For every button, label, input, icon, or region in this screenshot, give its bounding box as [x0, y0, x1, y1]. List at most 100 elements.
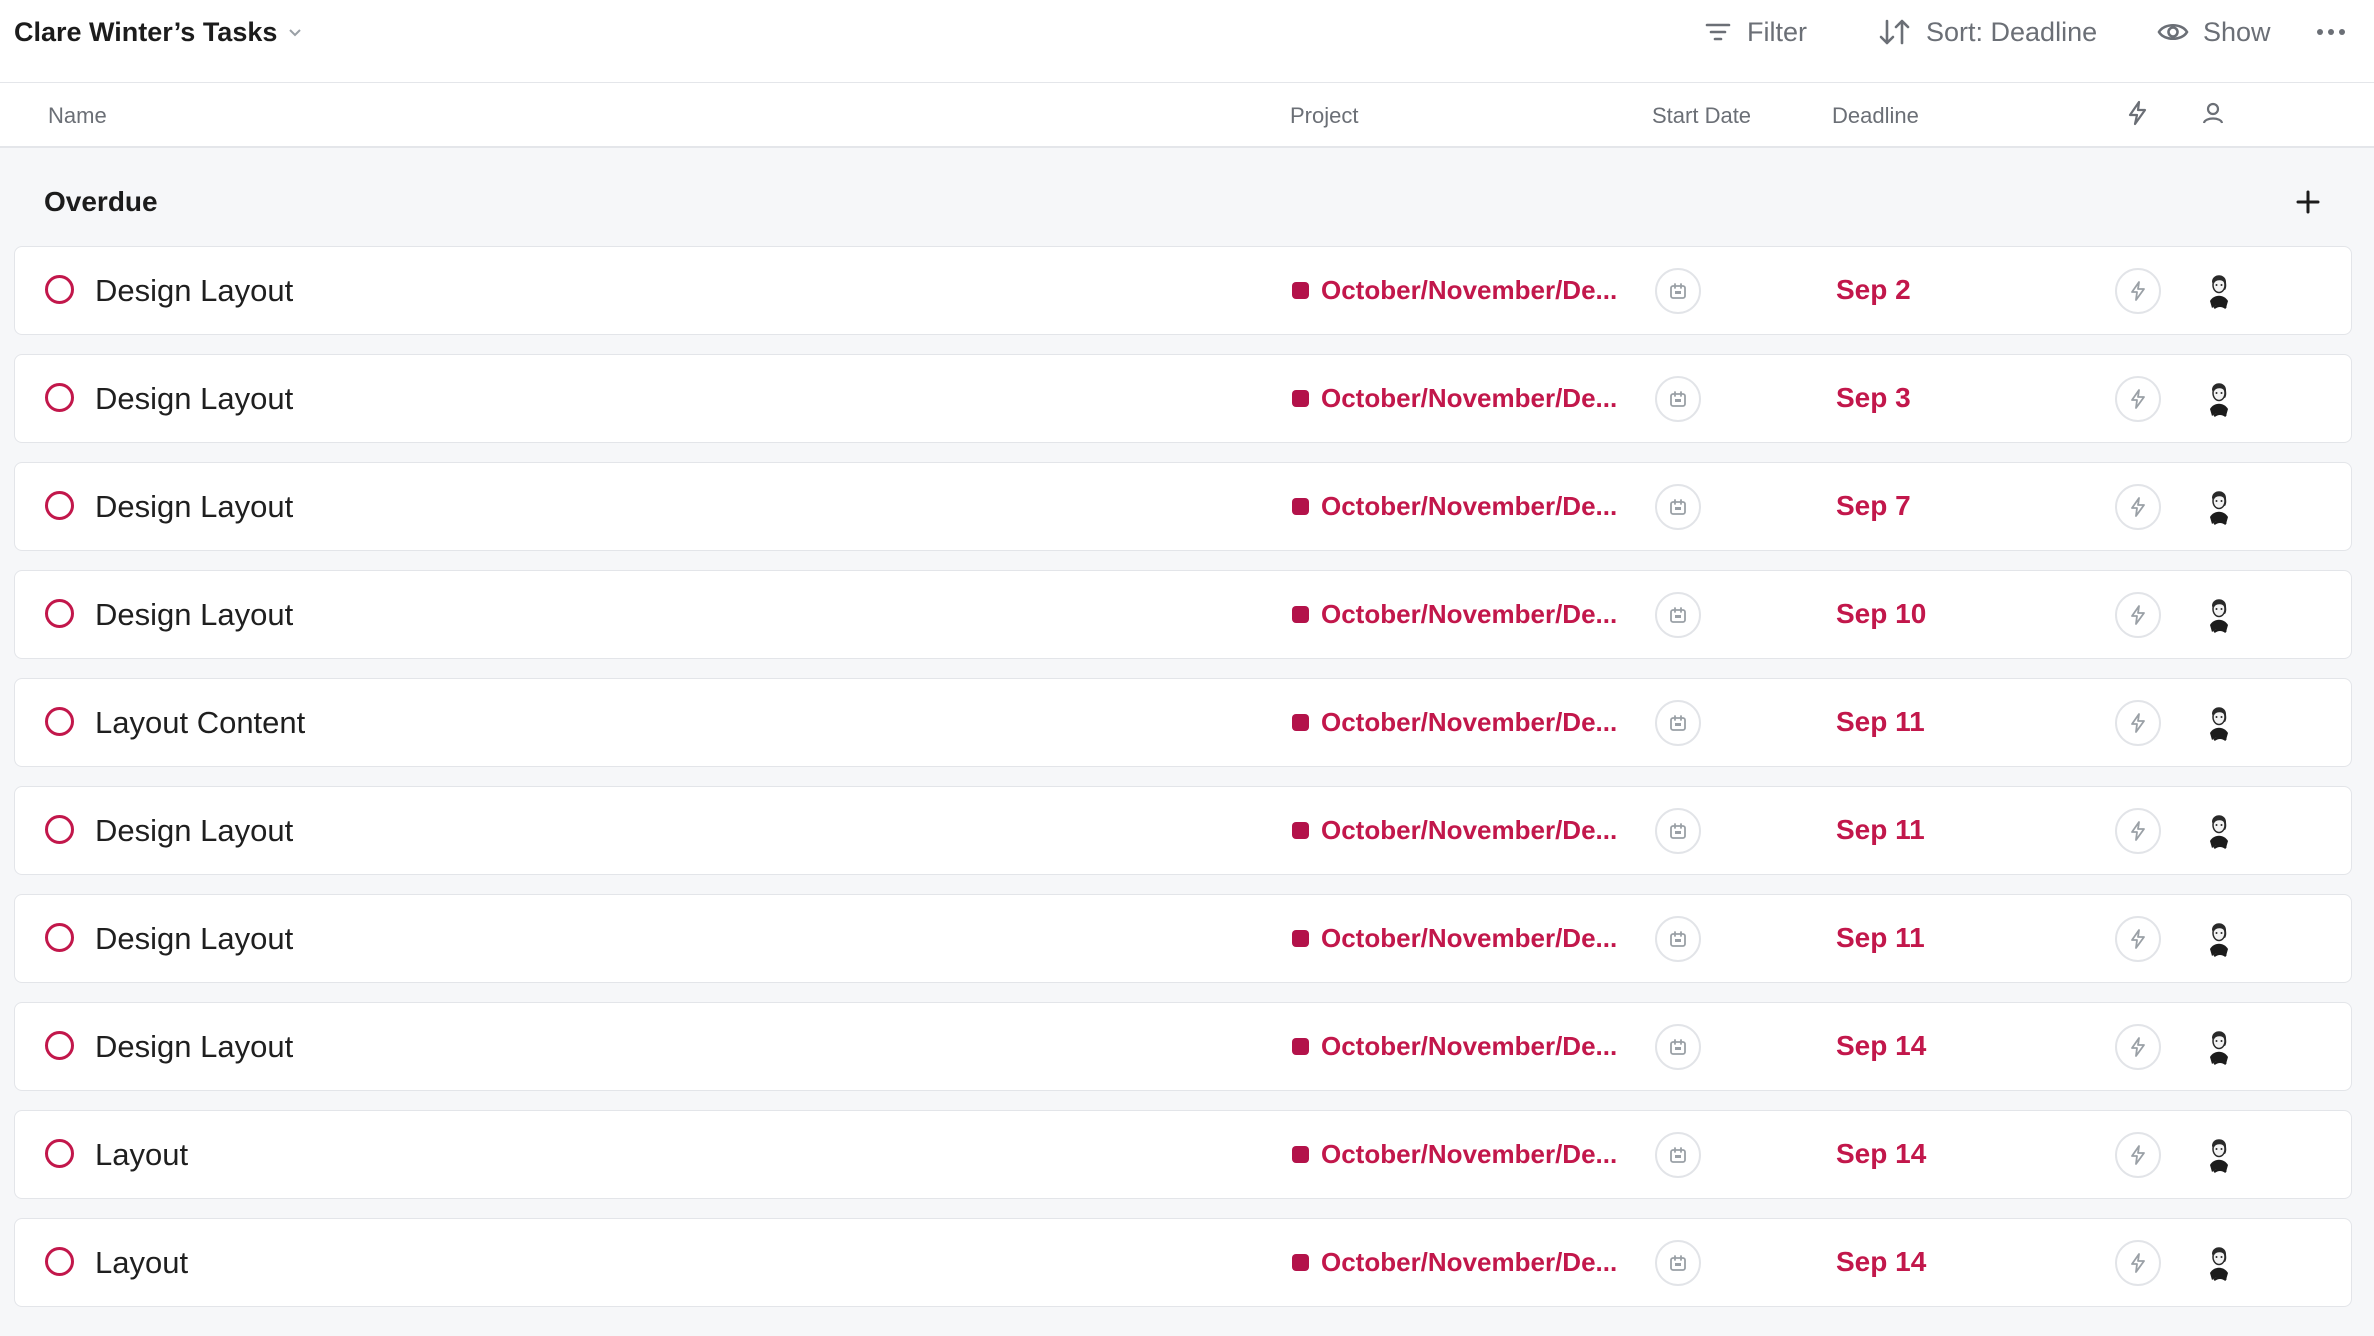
- task-row[interactable]: Layout October/November/De... Sep 14: [14, 1110, 2352, 1199]
- task-row[interactable]: Design Layout October/November/De... Sep…: [14, 354, 2352, 443]
- start-date-button[interactable]: [1655, 1024, 1701, 1070]
- assignee-avatar[interactable]: [2196, 700, 2242, 746]
- start-date-button[interactable]: [1655, 268, 1701, 314]
- assignee-avatar[interactable]: [2196, 592, 2242, 638]
- task-project-label: October/November/De...: [1321, 1031, 1618, 1061]
- automation-button[interactable]: [2115, 592, 2161, 638]
- assignee-avatar[interactable]: [2196, 376, 2242, 422]
- assignee-avatar[interactable]: [2196, 1132, 2242, 1178]
- task-project[interactable]: October/November/De...: [1292, 491, 1617, 522]
- task-name[interactable]: Layout: [95, 1245, 188, 1281]
- task-project[interactable]: October/November/De...: [1292, 383, 1617, 414]
- filter-button[interactable]: Filter: [1703, 10, 1807, 54]
- show-button[interactable]: Show: [2157, 10, 2271, 54]
- task-name[interactable]: Design Layout: [95, 273, 293, 309]
- automation-button[interactable]: [2115, 1132, 2161, 1178]
- calendar-icon: [1670, 499, 1686, 515]
- task-project[interactable]: October/November/De...: [1292, 1031, 1617, 1062]
- task-deadline[interactable]: Sep 7: [1836, 490, 1911, 522]
- task-name[interactable]: Design Layout: [95, 381, 293, 417]
- task-complete-checkbox[interactable]: [45, 923, 74, 952]
- automation-button[interactable]: [2115, 808, 2161, 854]
- task-project[interactable]: October/November/De...: [1292, 275, 1617, 306]
- automation-button[interactable]: [2115, 268, 2161, 314]
- task-deadline[interactable]: Sep 14: [1836, 1246, 1926, 1278]
- task-project[interactable]: October/November/De...: [1292, 599, 1617, 630]
- automation-button[interactable]: [2115, 916, 2161, 962]
- task-name[interactable]: Layout: [95, 1137, 188, 1173]
- task-complete-checkbox[interactable]: [45, 599, 74, 628]
- task-row[interactable]: Layout October/November/De... Sep 14: [14, 1218, 2352, 1307]
- task-name[interactable]: Design Layout: [95, 597, 293, 633]
- project-color-dot: [1292, 1146, 1309, 1163]
- task-name[interactable]: Design Layout: [95, 1029, 293, 1065]
- task-complete-checkbox[interactable]: [45, 1031, 74, 1060]
- task-complete-checkbox[interactable]: [45, 1247, 74, 1276]
- column-deadline[interactable]: Deadline: [1832, 103, 1919, 129]
- start-date-button[interactable]: [1655, 808, 1701, 854]
- task-complete-checkbox[interactable]: [45, 491, 74, 520]
- more-options-button[interactable]: [2315, 10, 2347, 54]
- page-title-dropdown[interactable]: Clare Winter’s Tasks: [14, 14, 303, 50]
- assignee-avatar[interactable]: [2196, 268, 2242, 314]
- task-name[interactable]: Design Layout: [95, 489, 293, 525]
- task-row[interactable]: Design Layout October/November/De... Sep…: [14, 462, 2352, 551]
- task-project[interactable]: October/November/De...: [1292, 923, 1617, 954]
- task-name[interactable]: Design Layout: [95, 921, 293, 957]
- automation-button[interactable]: [2115, 1024, 2161, 1070]
- column-start-date[interactable]: Start Date: [1652, 103, 1751, 129]
- automation-button[interactable]: [2115, 376, 2161, 422]
- task-complete-checkbox[interactable]: [45, 707, 74, 736]
- task-deadline[interactable]: Sep 11: [1836, 814, 1925, 846]
- task-complete-checkbox[interactable]: [45, 815, 74, 844]
- task-deadline[interactable]: Sep 14: [1836, 1030, 1926, 1062]
- assignee-avatar[interactable]: [2196, 916, 2242, 962]
- assignee-avatar[interactable]: [2196, 1240, 2242, 1286]
- assignee-avatar[interactable]: [2196, 1024, 2242, 1070]
- automation-button[interactable]: [2115, 484, 2161, 530]
- task-project[interactable]: October/November/De...: [1292, 815, 1617, 846]
- lightning-icon[interactable]: [2124, 99, 2152, 127]
- task-name[interactable]: Design Layout: [95, 813, 293, 849]
- lightning-icon: [2131, 1145, 2145, 1165]
- task-row[interactable]: Design Layout October/November/De... Sep…: [14, 570, 2352, 659]
- task-project[interactable]: October/November/De...: [1292, 1247, 1617, 1278]
- start-date-button[interactable]: [1655, 1240, 1701, 1286]
- start-date-button[interactable]: [1655, 376, 1701, 422]
- start-date-button[interactable]: [1655, 916, 1701, 962]
- start-date-button[interactable]: [1655, 592, 1701, 638]
- automation-button[interactable]: [2115, 1240, 2161, 1286]
- project-color-dot: [1292, 498, 1309, 515]
- task-deadline[interactable]: Sep 11: [1836, 706, 1925, 738]
- sort-button[interactable]: Sort: Deadline: [1878, 10, 2097, 54]
- task-complete-checkbox[interactable]: [45, 383, 74, 412]
- task-row[interactable]: Layout Content October/November/De... Se…: [14, 678, 2352, 767]
- project-color-dot: [1292, 390, 1309, 407]
- chevron-down-icon: [289, 29, 302, 37]
- task-project[interactable]: October/November/De...: [1292, 707, 1617, 738]
- add-task-icon[interactable]: [2294, 188, 2322, 216]
- task-row[interactable]: Design Layout October/November/De... Sep…: [14, 786, 2352, 875]
- task-deadline[interactable]: Sep 10: [1836, 598, 1926, 630]
- task-deadline[interactable]: Sep 11: [1836, 922, 1925, 954]
- task-complete-checkbox[interactable]: [45, 1139, 74, 1168]
- column-project[interactable]: Project: [1290, 103, 1358, 129]
- column-name[interactable]: Name: [48, 103, 107, 129]
- task-deadline[interactable]: Sep 14: [1836, 1138, 1926, 1170]
- start-date-button[interactable]: [1655, 1132, 1701, 1178]
- assignee-avatar[interactable]: [2196, 484, 2242, 530]
- task-deadline[interactable]: Sep 3: [1836, 382, 1911, 414]
- automation-button[interactable]: [2115, 700, 2161, 746]
- task-name[interactable]: Layout Content: [95, 705, 305, 741]
- task-project[interactable]: October/November/De...: [1292, 1139, 1617, 1170]
- task-row[interactable]: Design Layout October/November/De... Sep…: [14, 1002, 2352, 1091]
- assignee-avatar[interactable]: [2196, 808, 2242, 854]
- task-row[interactable]: Design Layout October/November/De... Sep…: [14, 894, 2352, 983]
- task-project-label: October/November/De...: [1321, 923, 1618, 953]
- start-date-button[interactable]: [1655, 700, 1701, 746]
- task-row[interactable]: Design Layout October/November/De... Sep…: [14, 246, 2352, 335]
- task-complete-checkbox[interactable]: [45, 275, 74, 304]
- start-date-button[interactable]: [1655, 484, 1701, 530]
- person-icon[interactable]: [2199, 99, 2227, 127]
- task-deadline[interactable]: Sep 2: [1836, 274, 1911, 306]
